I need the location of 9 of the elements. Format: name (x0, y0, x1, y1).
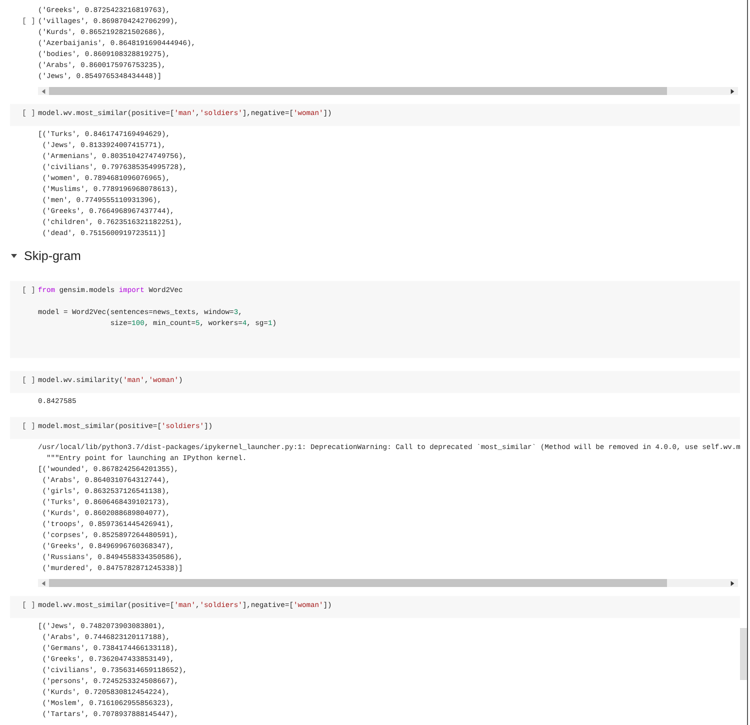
scroll-left-icon[interactable] (41, 580, 46, 586)
scroll-left-icon[interactable] (41, 88, 46, 94)
vertical-scrollbar[interactable] (739, 0, 748, 725)
collapse-caret-icon[interactable] (10, 252, 18, 260)
scroll-right-icon[interactable] (730, 580, 735, 586)
horizontal-scrollbar[interactable] (38, 579, 738, 587)
section-heading: Skip-gram (24, 249, 81, 263)
scroll-right-icon[interactable] (730, 88, 735, 94)
horizontal-scrollbar[interactable] (38, 87, 738, 95)
